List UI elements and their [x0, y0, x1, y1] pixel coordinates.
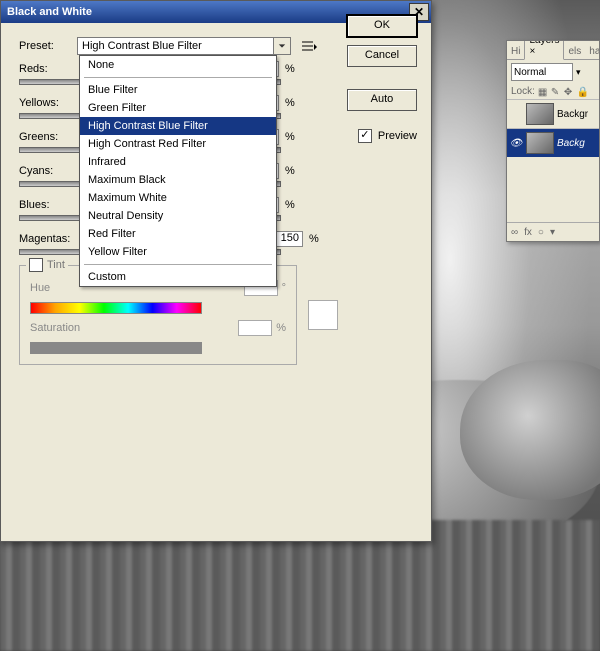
- preset-option[interactable]: Red Filter: [80, 225, 276, 243]
- layer-name: Backgr: [557, 109, 588, 120]
- preset-option[interactable]: Green Filter: [80, 99, 276, 117]
- panel-tab[interactable]: Hi: [507, 44, 524, 59]
- panel-tabs[interactable]: HiLayers ×elsha: [507, 41, 599, 60]
- layer-thumbnail[interactable]: [526, 103, 554, 125]
- reds-label: Reds:: [19, 63, 77, 75]
- preview-checkbox[interactable]: [358, 129, 372, 143]
- percent-unit: %: [285, 63, 295, 75]
- preset-combobox[interactable]: High Contrast Blue Filter: [77, 37, 291, 55]
- layers-footer-icon[interactable]: ○: [538, 227, 544, 238]
- tint-checkbox[interactable]: [29, 258, 43, 272]
- lock-move-icon[interactable]: ✥: [564, 87, 574, 97]
- blues-label: Blues:: [19, 199, 77, 211]
- layer-row[interactable]: 👁 Backg: [507, 128, 599, 157]
- preset-option[interactable]: Infrared: [80, 153, 276, 171]
- lock-brush-icon[interactable]: ✎: [551, 87, 561, 97]
- panel-tab[interactable]: els: [564, 44, 585, 59]
- preset-option[interactable]: Blue Filter: [80, 81, 276, 99]
- black-and-white-dialog: Black and White ✕ Preset: High Contrast …: [0, 0, 432, 542]
- preset-dropdown-list[interactable]: NoneBlue FilterGreen FilterHigh Contrast…: [79, 55, 277, 287]
- preset-value: High Contrast Blue Filter: [82, 40, 202, 52]
- panel-tab[interactable]: Layers ×: [524, 40, 564, 60]
- lock-label: Lock:: [511, 86, 535, 97]
- preset-option[interactable]: High Contrast Red Filter: [80, 135, 276, 153]
- blend-mode-value: Normal: [514, 67, 546, 78]
- dropdown-separator: [84, 77, 272, 78]
- layer-row[interactable]: Backgr: [507, 99, 599, 128]
- saturation-unit: %: [276, 322, 286, 334]
- lock-all-icon[interactable]: 🔒: [577, 87, 587, 97]
- saturation-label: Saturation: [30, 322, 90, 334]
- percent-unit: %: [285, 165, 295, 177]
- dialog-title: Black and White: [7, 6, 92, 18]
- auto-button[interactable]: Auto: [347, 89, 417, 111]
- layers-footer[interactable]: ∞ fx ○ ▾: [507, 222, 599, 241]
- hue-slider[interactable]: [30, 302, 202, 314]
- dropdown-separator: [84, 264, 272, 265]
- cancel-button[interactable]: Cancel: [347, 45, 417, 67]
- preset-option[interactable]: Yellow Filter: [80, 243, 276, 261]
- saturation-value[interactable]: [238, 320, 272, 336]
- tint-color-swatch[interactable]: [308, 300, 338, 330]
- ok-button[interactable]: OK: [347, 15, 417, 37]
- saturation-slider[interactable]: [30, 342, 202, 354]
- preset-option[interactable]: Custom: [80, 268, 276, 286]
- percent-unit: %: [285, 131, 295, 143]
- panel-tab[interactable]: ha: [585, 44, 600, 59]
- dropdown-arrow-icon[interactable]: [273, 38, 290, 54]
- chevron-down-icon[interactable]: ▾: [576, 67, 581, 78]
- percent-unit: %: [309, 233, 319, 245]
- preview-label: Preview: [378, 130, 417, 142]
- greens-label: Greens:: [19, 131, 77, 143]
- preset-option[interactable]: None: [80, 56, 276, 74]
- layers-panel[interactable]: HiLayers ×elsha Normal ▾ Lock: ▦ ✎ ✥ 🔒 B…: [506, 40, 600, 242]
- preset-option[interactable]: Maximum Black: [80, 171, 276, 189]
- layers-footer-icon[interactable]: ∞: [511, 227, 518, 238]
- preset-option[interactable]: High Contrast Blue Filter: [80, 117, 276, 135]
- hue-unit: °: [282, 282, 286, 294]
- layer-name: Backg: [557, 138, 585, 149]
- yellows-label: Yellows:: [19, 97, 77, 109]
- percent-unit: %: [285, 199, 295, 211]
- blend-mode-select[interactable]: Normal: [511, 63, 573, 81]
- magentas-label: Magentas:: [19, 233, 77, 245]
- percent-unit: %: [285, 97, 295, 109]
- layers-footer-icon[interactable]: ▾: [550, 227, 555, 238]
- layers-footer-icon[interactable]: fx: [524, 227, 532, 238]
- visibility-icon[interactable]: 👁: [509, 138, 523, 149]
- lock-transparency-icon[interactable]: ▦: [538, 87, 548, 97]
- preset-menu-icon[interactable]: [299, 37, 319, 55]
- cyans-label: Cyans:: [19, 165, 77, 177]
- preset-option[interactable]: Maximum White: [80, 189, 276, 207]
- tint-label: Tint: [47, 259, 65, 271]
- preset-label: Preset:: [19, 40, 77, 52]
- preset-option[interactable]: Neutral Density: [80, 207, 276, 225]
- layer-thumbnail[interactable]: [526, 132, 554, 154]
